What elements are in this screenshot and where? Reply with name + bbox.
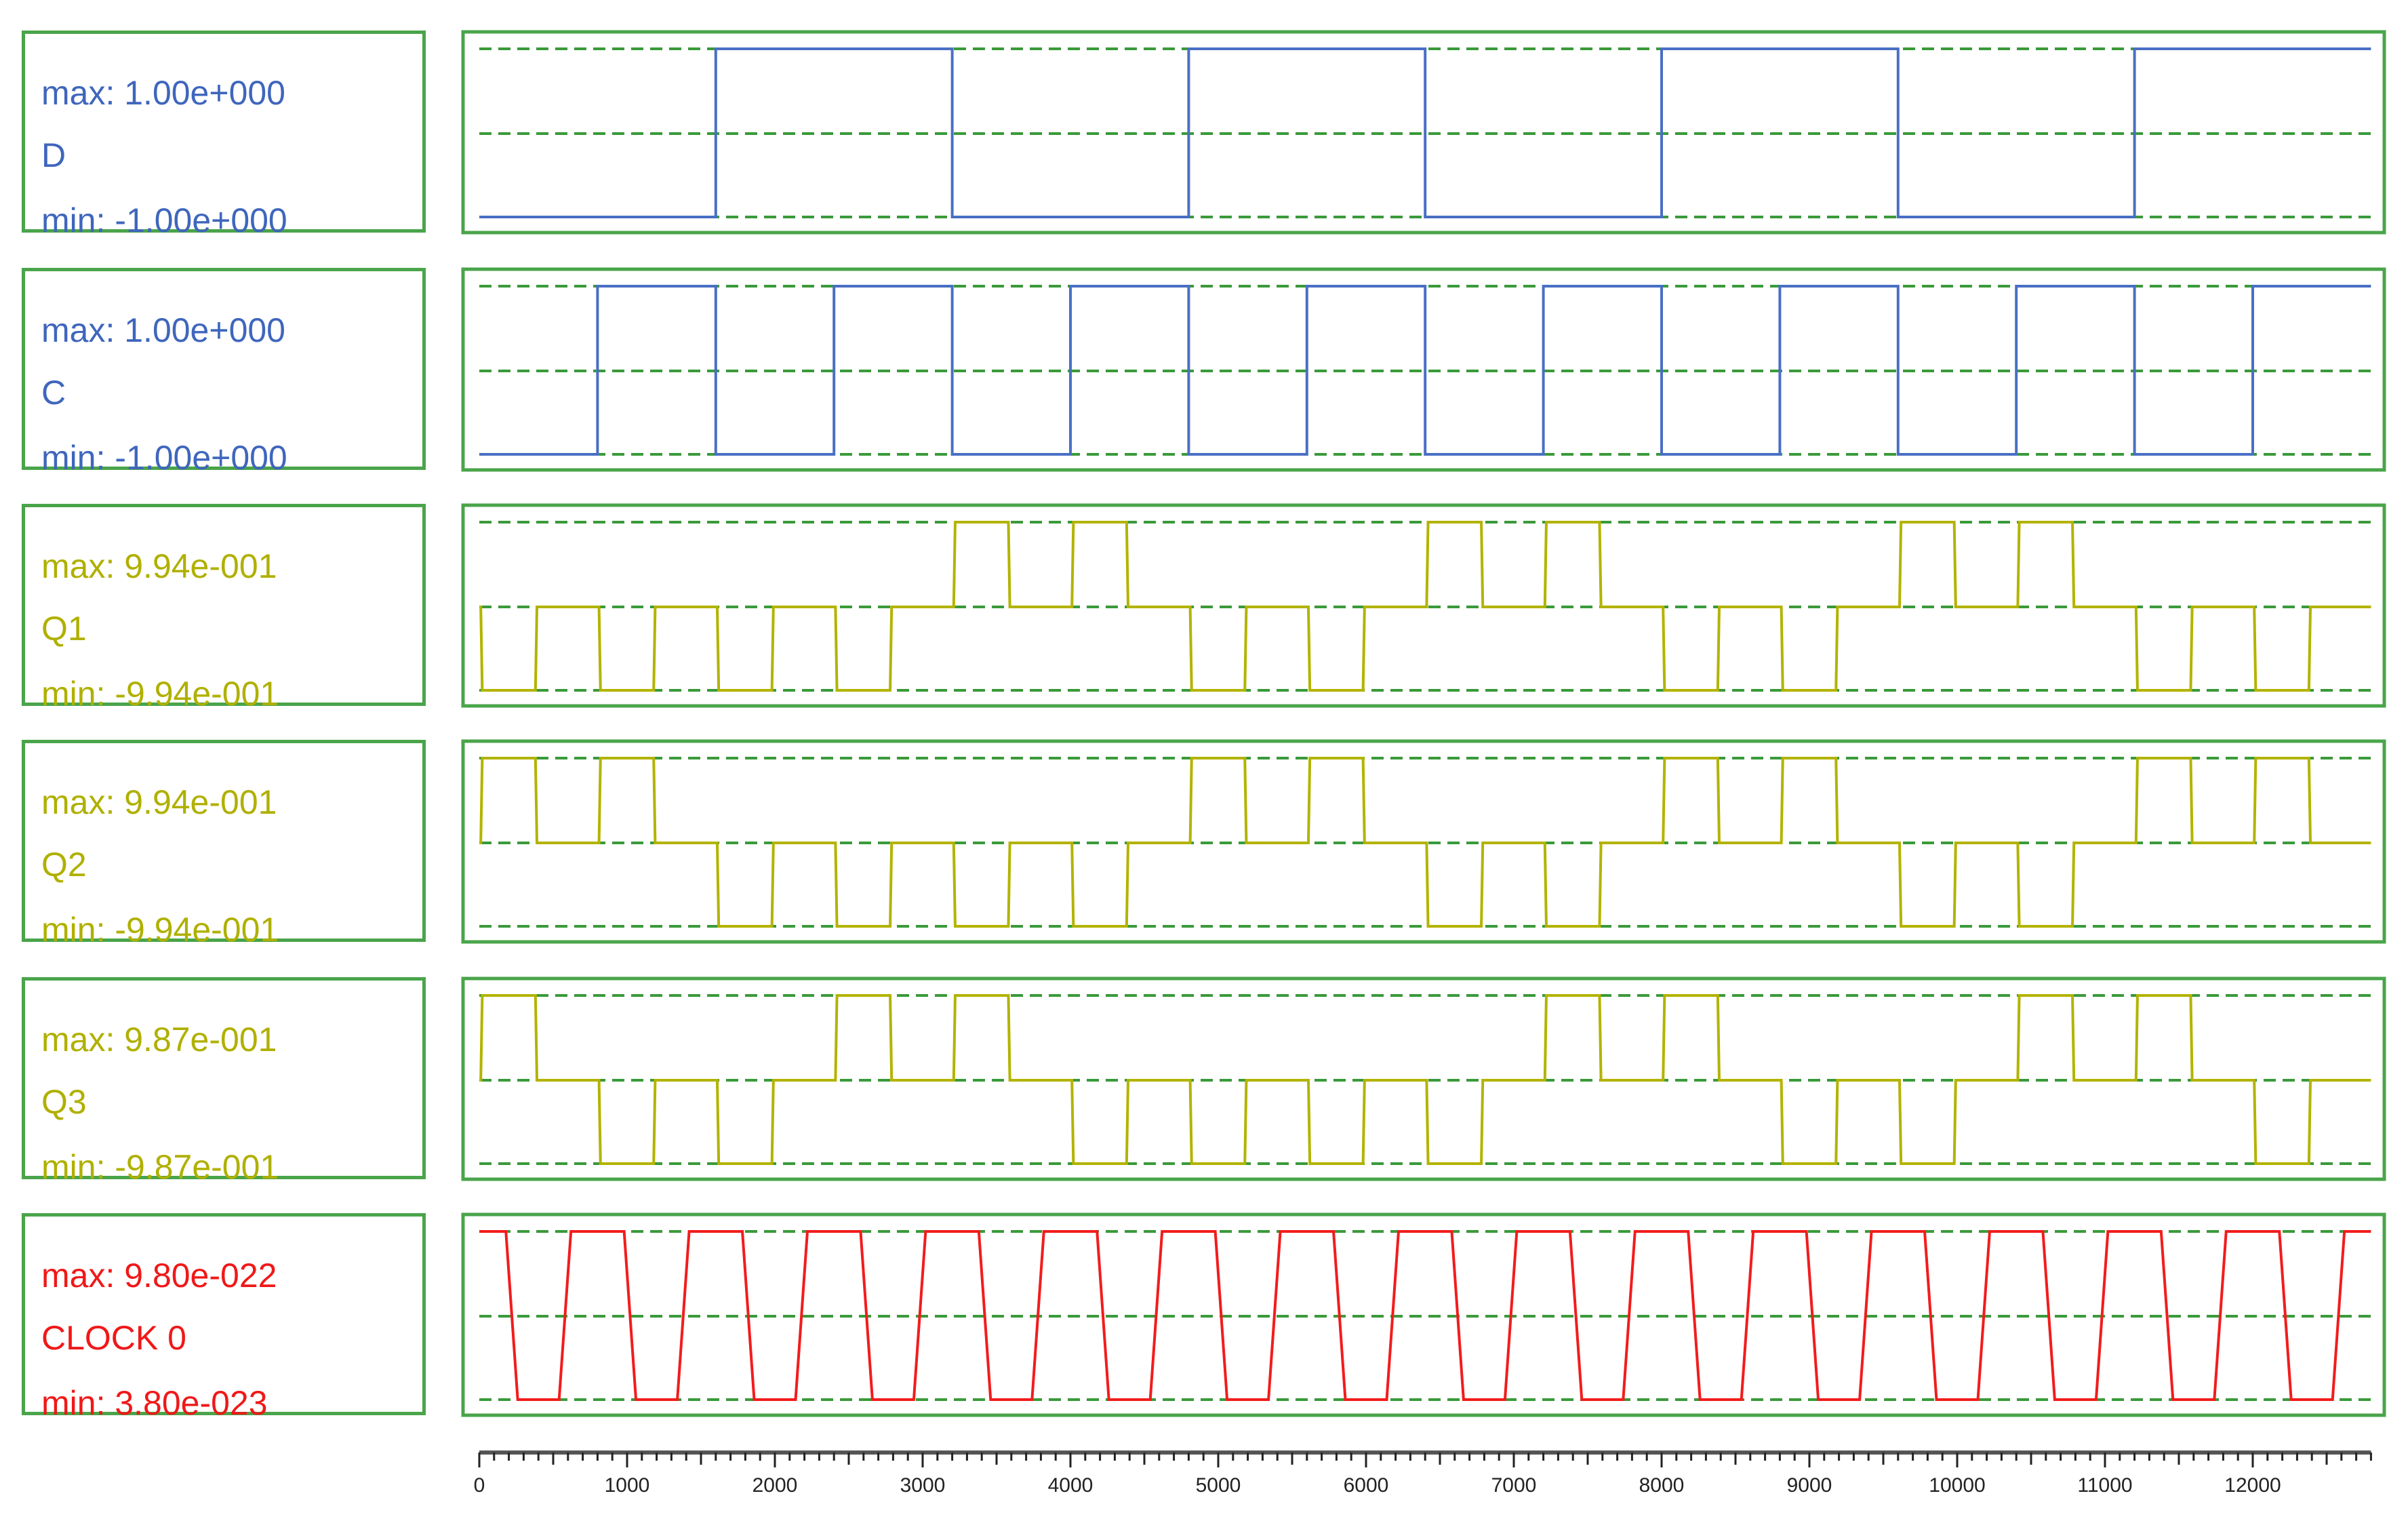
x-tick-label: 1000 [605,1474,650,1497]
x-tick-label: 10000 [1929,1474,1985,1497]
x-tick-label: 3000 [900,1474,946,1497]
x-tick-label: 2000 [752,1474,798,1497]
x-tick-label: 11000 [2077,1474,2132,1497]
waveform-chart: 0 1000 2000 3000 4000 5000 6000 7000 8000 9000 100… [461,30,2386,1497]
x-tick-label: 9000 [1787,1474,1832,1497]
x-tick-label: 8000 [1639,1474,1685,1497]
x-tick-label: 6000 [1344,1474,1389,1497]
x-tick-label: 5000 [1196,1474,1241,1497]
x-tick-label: 0 [474,1474,485,1497]
x-tick-label: 12000 [2224,1474,2281,1497]
x-tick-label: 4000 [1048,1474,1093,1497]
x-tick-label: 7000 [1491,1474,1537,1497]
